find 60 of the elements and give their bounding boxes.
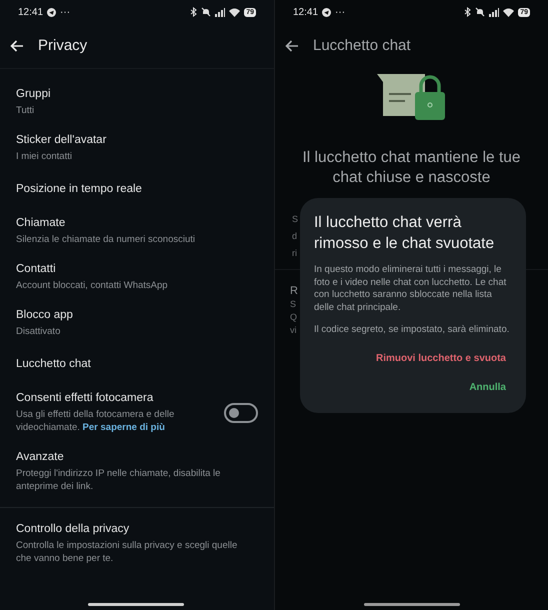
more-dots: ··· [60, 6, 70, 20]
item-title: Posizione in tempo reale [16, 182, 143, 197]
screen-title: Lucchetto chat [313, 36, 411, 56]
dialog-action-button[interactable]: Annulla [469, 380, 506, 394]
item-title: Contatti [16, 262, 57, 277]
settings-item[interactable]: Controllo della privacy Controlla le impostazioni sulla privacy e scegli quelle che vanno bene per te. [0, 514, 274, 573]
lock-description: Il lucchetto chat mantiene le tue chat chiuse e nascoste [302, 148, 522, 188]
wifi-icon [503, 8, 514, 16]
hidden-text: Q [290, 312, 298, 323]
item-title: Avanzate [16, 450, 65, 465]
item-title: Lucchetto chat [16, 357, 92, 372]
item-title: Blocco app [16, 308, 74, 323]
signal-icon [489, 8, 500, 16]
settings-item[interactable]: Blocco app Disattivato [0, 300, 274, 346]
telegram-icon [47, 8, 56, 16]
status-time: 12:41 [293, 6, 318, 20]
dialog-message: Il codice segreto, se impostato, sarà eliminato. [314, 324, 510, 336]
screen-title: Privacy [38, 36, 88, 56]
more-dots: ··· [335, 6, 346, 20]
item-title: Consenti effetti fotocamera [16, 391, 154, 406]
hidden-text: R [290, 286, 298, 297]
settings-item[interactable]: Avanzate Proteggi l'indirizzo IP nelle chiamate, disabilita le anteprime dei link. [0, 442, 274, 501]
hidden-text: S [290, 299, 296, 310]
learn-more-link[interactable]: Per saperne di più [82, 422, 165, 433]
bluetooth-icon [190, 7, 198, 17]
item-title: Controllo della privacy [16, 522, 130, 537]
settings-item[interactable]: Gruppi Tutti [0, 79, 274, 125]
back-icon[interactable] [285, 40, 299, 52]
item-description: Disattivato [16, 325, 62, 338]
wifi-icon [229, 8, 240, 16]
hidden-text: ri [292, 248, 297, 259]
toggle-switch[interactable] [224, 402, 258, 422]
bluetooth-icon [464, 7, 472, 17]
settings-item[interactable]: Consenti effetti fotocamera Usa gli effetti della fotocamera e delle videochiamate. Per saperne di più [0, 383, 274, 442]
dialog-action-button[interactable]: Rimuovi lucchetto e svuota [376, 350, 506, 366]
item-title: Chiamate [16, 216, 66, 231]
hidden-text: d [292, 231, 298, 242]
item-description: Silenzia le chiamate da numeri sconosciuti [16, 233, 196, 246]
settings-item[interactable]: Contatti Account bloccati, contatti WhatsApp [0, 254, 274, 300]
muted-bell-icon [201, 7, 212, 17]
hidden-text: vi [290, 325, 296, 336]
item-title: Sticker dell'avatar [16, 133, 108, 148]
telegram-icon [322, 8, 332, 16]
settings-item[interactable]: Chiamate Silenzia le chiamate da numeri sconosciuti [0, 208, 274, 254]
item-description: Account bloccati, contatti WhatsApp [16, 279, 169, 292]
dialog-message: In questo modo eliminerai tutti i messaggi, le foto e i video nelle chat con lucchetto. Le chat con lucchetto saranno sbloccate nella lista delle chat principale. [314, 264, 508, 314]
item-description: Usa gli effetti della fotocamera e delle videochiamate. Per saperne di più [16, 408, 176, 434]
settings-item[interactable]: Posizione in tempo reale [0, 171, 274, 208]
hidden-text: S [292, 214, 298, 225]
item-title: Gruppi [16, 87, 52, 102]
status-time: 12:41 [18, 6, 44, 20]
item-description: I miei contatti [16, 150, 73, 163]
item-description: Tutti [16, 104, 36, 117]
settings-item[interactable]: Sticker dell'avatar I miei contatti [0, 125, 274, 171]
item-description: Controlla le impostazioni sulla privacy e scegli quelle che vanno bene per te. [16, 539, 238, 565]
settings-item[interactable]: Lucchetto chat [0, 346, 274, 383]
signal-icon [215, 8, 226, 16]
dialog-title: Il lucchetto chat verrà rimosso e le chat svuotate [314, 213, 496, 254]
item-description: Proteggi l'indirizzo IP nelle chiamate, disabilita le anteprime dei link. [16, 467, 222, 493]
muted-bell-icon [475, 7, 486, 17]
